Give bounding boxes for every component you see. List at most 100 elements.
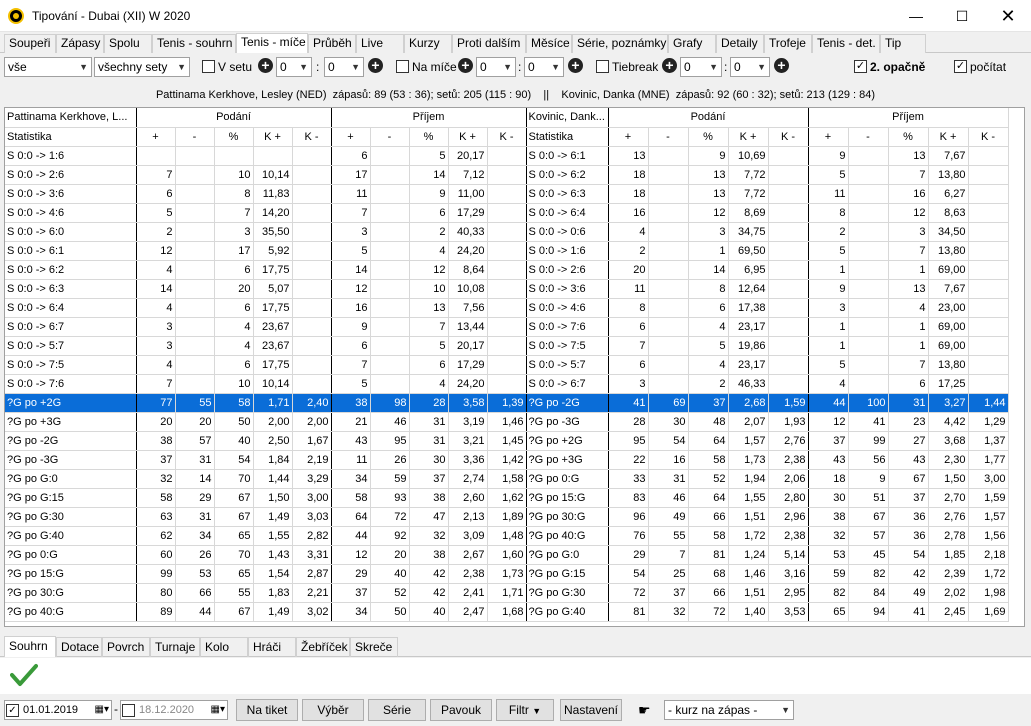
set-to-select[interactable]: 0 ▼ xyxy=(324,57,364,77)
tab-tenis-det[interactable]: Tenis - det. xyxy=(812,34,880,53)
tab-turnaje[interactable]: Turnaje xyxy=(150,637,200,657)
serie-button[interactable]: Série xyxy=(368,699,426,721)
tiebreak-checkbox[interactable] xyxy=(596,60,609,73)
tab-spolu[interactable]: Spolu xyxy=(104,34,152,53)
table-row[interactable]: ?G po 30:G 80 66 55 1,83 2,21 37 52 42 2,41 1,71 ?G… xyxy=(5,583,1009,603)
tab-grafy[interactable]: Grafy xyxy=(668,34,716,53)
table-row[interactable]: ?G po G:0 32 14 70 1,44 3,29 34 59 37 2,74 1,58 ?G … xyxy=(5,469,1009,489)
set-from-select[interactable]: 0 ▼ xyxy=(276,57,312,77)
ball-to-select[interactable]: 0 ▼ xyxy=(524,57,564,77)
add-ball-to-button[interactable]: + xyxy=(568,58,583,73)
add-set-to-button[interactable]: + xyxy=(368,58,383,73)
table-row[interactable]: ?G po 40:G 89 44 67 1,49 3,02 34 50 40 2,47 1,68 ?G… xyxy=(5,602,1009,622)
column-header: + xyxy=(808,127,849,147)
statistics-grid[interactable]: Pattinama Kerkhove, L... Podání Příjem Kovi… xyxy=(4,107,1025,627)
value-cell: 96 xyxy=(608,507,649,527)
tb-from-select[interactable]: 0 ▼ xyxy=(680,57,722,77)
na-tiket-button[interactable]: Na tiket xyxy=(236,699,298,721)
tab-tenis-souhrn[interactable]: Tenis - souhrn xyxy=(152,34,236,53)
table-row[interactable]: S 0:0 -> 1:6 6 5 20,17 S 0:0 -> 6:1 13 9 10,69 9… xyxy=(5,146,1009,166)
tab-live[interactable]: Live xyxy=(356,34,404,53)
tab-tip[interactable]: Tip xyxy=(880,34,926,53)
value-cell: 95 xyxy=(370,431,410,451)
close-button[interactable]: ✕ xyxy=(985,0,1031,32)
table-row[interactable]: ?G po G:15 58 29 67 1,50 3,00 58 93 38 2,60 1,62 ?G… xyxy=(5,488,1009,508)
value-cell: 2,38 xyxy=(768,450,809,470)
tab-hraci[interactable]: Hráči xyxy=(248,637,296,657)
value-cell: 31 xyxy=(648,469,689,489)
table-row[interactable]: ?G po G:40 62 34 65 1,55 2,82 44 92 32 3,09 1,48 ?G… xyxy=(5,526,1009,546)
pavouk-button[interactable]: Pavouk xyxy=(430,699,492,721)
date-to-picker[interactable]: 18.12.2020 ▦▾ xyxy=(120,700,228,720)
tab-zapasy[interactable]: Zápasy xyxy=(56,34,104,53)
table-row[interactable]: S 0:0 -> 6:1 12 17 5,92 5 4 24,20 S 0:0 -> 1:6 2… xyxy=(5,241,1009,261)
tab-tenis-mice[interactable]: Tenis - míče xyxy=(236,33,308,53)
tab-dotace[interactable]: Dotace xyxy=(56,637,102,657)
table-row[interactable]: ?G po 15:G 99 53 65 1,54 2,87 29 40 42 2,38 1,73 ?G… xyxy=(5,564,1009,584)
table-row[interactable]: S 0:0 -> 7:6 7 10 10,14 5 4 24,20 S 0:0 -> 6:7 3… xyxy=(5,374,1009,394)
table-row[interactable]: S 0:0 -> 6:2 4 6 17,75 14 12 8,64 S 0:0 -> 2:6 2… xyxy=(5,260,1009,280)
tab-souhrn[interactable]: Souhrn xyxy=(4,636,56,657)
minimize-button[interactable]: — xyxy=(893,0,939,32)
date-to-checkbox[interactable] xyxy=(122,704,135,717)
table-row[interactable]: ?G po -2G 38 57 40 2,50 1,67 43 95 31 3,21 1,45 ?G … xyxy=(5,431,1009,451)
tab-povrch[interactable]: Povrch xyxy=(102,637,150,657)
tab-detaily[interactable]: Detaily xyxy=(716,34,764,53)
row-label: S 0:0 -> 6:3 xyxy=(5,279,137,299)
tab-zebricek[interactable]: Žebříček xyxy=(296,637,350,657)
tab-prubeh[interactable]: Průběh xyxy=(308,34,356,53)
value-cell: 3,27 xyxy=(928,393,969,413)
tab-skrece[interactable]: Skreče xyxy=(350,637,398,657)
date-from-picker[interactable]: ✓ 01.01.2019 ▦▾ xyxy=(4,700,112,720)
tab-kurzy[interactable]: Kurzy xyxy=(404,34,452,53)
value-cell: 46 xyxy=(648,488,689,508)
value-cell xyxy=(848,298,889,318)
opacne-checkbox[interactable]: ✓ xyxy=(854,60,867,73)
calendar-icon[interactable]: ▦▾ xyxy=(95,701,109,719)
scope-select[interactable]: vše ▼ xyxy=(4,57,92,77)
date-from-checkbox[interactable]: ✓ xyxy=(6,704,19,717)
table-row[interactable]: S 0:0 -> 2:6 7 10 10,14 17 14 7,12 S 0:0 -> 6:2… xyxy=(5,165,1009,185)
tab-kolo[interactable]: Kolo xyxy=(200,637,248,657)
vyber-button[interactable]: Výběr xyxy=(302,699,364,721)
nastaveni-button[interactable]: Nastavení xyxy=(560,699,622,721)
table-row[interactable]: ?G po +2G 77 55 58 1,71 2,40 38 98 28 3,58 1,39 ?G … xyxy=(5,393,1009,413)
value-cell: 1,44 xyxy=(253,469,293,489)
table-row[interactable]: ?G po -3G 37 31 54 1,84 2,19 11 26 30 3,36 1,42 ?G … xyxy=(5,450,1009,470)
value-cell xyxy=(292,279,332,299)
table-row[interactable]: S 0:0 -> 3:6 6 8 11,83 11 9 11,00 S 0:0 -> 6:3 1… xyxy=(5,184,1009,204)
tab-mesice[interactable]: Měsíce xyxy=(526,34,572,53)
table-row[interactable]: S 0:0 -> 6:3 14 20 5,07 12 10 10,08 S 0:0 -> 3:… xyxy=(5,279,1009,299)
pocitat-checkbox[interactable]: ✓ xyxy=(954,60,967,73)
odds-select[interactable]: - kurz na zápas - ▼ xyxy=(664,700,794,720)
value-cell: 20 xyxy=(136,412,176,432)
tab-souperi[interactable]: Soupeři xyxy=(4,34,56,53)
tb-to-select[interactable]: 0 ▼ xyxy=(730,57,770,77)
add-set-from-button[interactable]: + xyxy=(258,58,273,73)
na-mice-checkbox[interactable] xyxy=(396,60,409,73)
maximize-button[interactable]: ☐ xyxy=(939,0,985,32)
tab-trofeje[interactable]: Trofeje xyxy=(764,34,812,53)
table-row[interactable]: ?G po G:30 63 31 67 1,49 3,03 64 72 47 2,13 1,89 ?G… xyxy=(5,507,1009,527)
table-row[interactable]: ?G po +3G 20 20 50 2,00 2,00 21 46 31 3,19 1,46 ?G … xyxy=(5,412,1009,432)
ball-from-select[interactable]: 0 ▼ xyxy=(476,57,516,77)
tab-serie-poznamky[interactable]: Série, poznámky xyxy=(572,34,668,53)
add-tb-to-button[interactable]: + xyxy=(774,58,789,73)
sets-select[interactable]: všechny sety ▼ xyxy=(94,57,190,77)
table-row[interactable]: S 0:0 -> 6:0 2 3 35,50 3 2 40,33 S 0:0 -> 0:6 4 3… xyxy=(5,222,1009,242)
table-row[interactable]: ?G po 0:G 60 26 70 1,43 3,31 12 20 38 2,67 1,60 ?G … xyxy=(5,545,1009,565)
tab-proti-dalsim[interactable]: Proti dalším xyxy=(452,34,526,53)
calendar-icon[interactable]: ▦▾ xyxy=(211,701,225,719)
value-cell: 7 xyxy=(888,355,929,375)
filtr-button[interactable]: Filtr ▼ xyxy=(496,699,554,721)
table-row[interactable]: S 0:0 -> 7:5 4 6 17,75 7 6 17,29 S 0:0 -> 5:7 6 4… xyxy=(5,355,1009,375)
value-cell: 2,76 xyxy=(928,507,969,527)
table-row[interactable]: S 0:0 -> 5:7 3 4 23,67 6 5 20,17 S 0:0 -> 7:5 7 5… xyxy=(5,336,1009,356)
add-ball-from-button[interactable]: + xyxy=(458,58,473,73)
value-cell: 11 xyxy=(608,279,649,299)
table-row[interactable]: S 0:0 -> 4:6 5 7 14,20 7 6 17,29 S 0:0 -> 6:4 16… xyxy=(5,203,1009,223)
table-row[interactable]: S 0:0 -> 6:4 4 6 17,75 16 13 7,56 S 0:0 -> 4:6 8… xyxy=(5,298,1009,318)
v-setu-checkbox[interactable] xyxy=(202,60,215,73)
add-tb-from-button[interactable]: + xyxy=(662,58,677,73)
table-row[interactable]: S 0:0 -> 6:7 3 4 23,67 9 7 13,44 S 0:0 -> 7:6 6 4… xyxy=(5,317,1009,337)
